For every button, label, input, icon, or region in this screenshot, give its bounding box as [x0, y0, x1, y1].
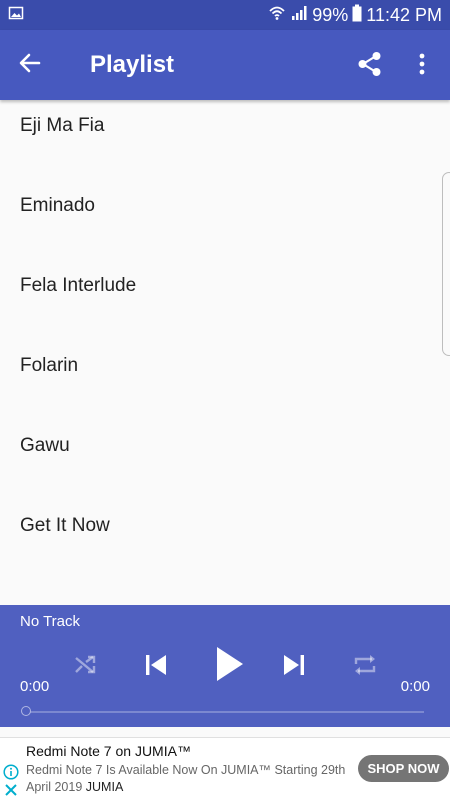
play-icon	[212, 644, 246, 689]
divider	[0, 727, 450, 737]
repeat-icon	[352, 652, 378, 683]
ad-title: Redmi Note 7 on JUMIA™	[26, 743, 191, 759]
track-item-eminado[interactable]: Eminado	[0, 166, 440, 246]
shuffle-button[interactable]	[66, 647, 106, 687]
more-vert-icon	[418, 52, 426, 81]
seek-handle[interactable]	[21, 706, 31, 716]
ad-close-icon[interactable]	[3, 782, 19, 800]
track-item-eji-ma-fia[interactable]: Eji Ma Fia	[0, 100, 440, 166]
ad-brand: JUMIA	[85, 780, 124, 794]
shuffle-icon	[73, 652, 99, 683]
battery-icon	[352, 4, 362, 27]
scrollbar-thumb[interactable]	[442, 172, 450, 356]
total-duration: 0:00	[400, 678, 430, 695]
share-icon	[357, 51, 383, 82]
track-item-gawu[interactable]: Gawu	[0, 406, 440, 486]
elapsed-time: 0:00	[20, 678, 50, 695]
track-item-get-it-now[interactable]: Get It Now	[0, 486, 440, 566]
page-title: Playlist	[90, 51, 175, 78]
status-bar: 99% 11:42 PM	[0, 0, 450, 30]
next-button[interactable]	[272, 645, 316, 689]
ad-body-text: Redmi Note 7 Is Available Now On JUMIA™ …	[26, 763, 346, 794]
previous-icon	[142, 651, 170, 684]
app-bar: Playlist	[0, 30, 450, 100]
track-item-fela-interlude[interactable]: Fela Interlude	[0, 246, 440, 326]
back-arrow-icon	[18, 51, 42, 80]
back-button[interactable]	[0, 30, 60, 100]
signal-icon	[290, 4, 308, 27]
clock: 11:42 PM	[366, 4, 442, 25]
next-icon	[280, 651, 308, 684]
more-options-button[interactable]	[405, 46, 439, 86]
battery-percent: 99%	[312, 4, 349, 25]
shop-now-button[interactable]: SHOP NOW	[358, 755, 449, 782]
player-panel: No Track 0:00 0:00	[0, 605, 450, 727]
now-playing-label: No Track	[20, 613, 81, 630]
repeat-button[interactable]	[345, 647, 385, 687]
share-button[interactable]	[350, 46, 390, 86]
track-list[interactable]: Eji Ma Fia Eminado Fela Interlude Folari…	[0, 100, 450, 605]
ad-body: Redmi Note 7 Is Available Now On JUMIA™ …	[26, 762, 351, 796]
image-icon	[8, 5, 24, 26]
seek-bar[interactable]	[26, 711, 424, 713]
track-item-folarin[interactable]: Folarin	[0, 326, 440, 406]
play-button[interactable]	[204, 641, 254, 691]
wifi-icon	[268, 4, 286, 27]
ad-banner[interactable]: Redmi Note 7 on JUMIA™ Redmi Note 7 Is A…	[0, 737, 450, 800]
previous-button[interactable]	[134, 645, 178, 689]
